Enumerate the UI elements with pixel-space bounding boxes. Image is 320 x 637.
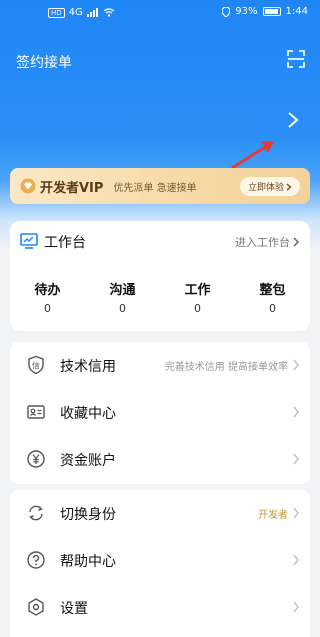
menu-item-label: 资金账户 [60, 452, 116, 469]
enter-workbench-label: 进入工作台 [235, 236, 290, 249]
menu-item-help-center[interactable]: 帮助中心 [10, 537, 310, 584]
profile-chevron-right-icon[interactable] [286, 110, 300, 130]
workbench-card: 工作台 进入工作台 待办 0 沟通 0 工作 0 整包 0 [10, 221, 310, 331]
menu-item-label: 收藏中心 [60, 405, 116, 422]
menu-item-tech-credit[interactable]: 信 技术信用 完善技术信用 提高接单效率 [10, 342, 310, 389]
menu-item-favorites[interactable]: 收藏中心 [10, 389, 310, 436]
page-title: 签约接单 [16, 55, 72, 71]
status-bar: HD 4G 93% 1:44 [0, 0, 320, 24]
stat-value: 0 [269, 302, 276, 315]
battery-icon [262, 7, 281, 16]
try-now-label: 立即体验 [247, 183, 284, 193]
header-background [0, 0, 320, 250]
battery-percent: 93% [235, 6, 258, 17]
monitor-icon [20, 233, 38, 249]
stat-package[interactable]: 整包 0 [235, 279, 310, 315]
menu-item-hint: 完善技术信用 提高接单效率 [164, 362, 288, 373]
help-icon [27, 551, 45, 569]
diamond-icon [20, 178, 36, 194]
switch-icon [29, 505, 43, 521]
wifi-icon [103, 8, 115, 17]
vip-title: 开发者VIP [40, 180, 104, 196]
menu-item-label: 切换身份 [60, 506, 116, 523]
settings-icon [28, 598, 44, 616]
vip-banner[interactable]: 开发者VIP 优先派单 急速接单 立即体验 [10, 168, 310, 204]
stat-label: 待办 [34, 283, 61, 298]
workbench-title: 工作台 [44, 235, 86, 251]
stat-work[interactable]: 工作 0 [160, 279, 235, 315]
chevron-right-icon [293, 406, 299, 418]
chevron-right-icon [293, 554, 299, 566]
signal-label: 4G [68, 7, 83, 18]
network-type: HD [48, 7, 65, 18]
id-card-icon [27, 405, 45, 419]
chevron-right-icon [293, 453, 299, 465]
stat-todo[interactable]: 待办 0 [10, 279, 85, 315]
enter-workbench-link[interactable]: 进入工作台 [235, 234, 300, 250]
stat-label: 整包 [259, 283, 286, 298]
menu-group-1: 信 技术信用 完善技术信用 提高接单效率 收藏中心 资金账户 [10, 342, 310, 484]
menu-item-settings[interactable]: 设置 [10, 584, 310, 631]
stat-value: 0 [194, 302, 201, 315]
chevron-right-icon [286, 183, 292, 190]
menu-item-funds-account[interactable]: 资金账户 [10, 436, 310, 483]
current-identity-label: 开发者 [258, 510, 288, 521]
clock: 1:44 [285, 6, 308, 17]
svg-text:信: 信 [32, 361, 40, 371]
yen-icon [27, 450, 45, 468]
stat-communicate[interactable]: 沟通 0 [85, 279, 160, 315]
shield-icon: 信 [28, 355, 44, 375]
location-icon [222, 6, 231, 17]
vip-subtitle: 优先派单 急速接单 [113, 182, 197, 194]
signal-icon [86, 8, 98, 17]
chevron-right-icon [293, 507, 299, 519]
menu-item-switch-identity[interactable]: 切换身份 开发者 [10, 490, 310, 537]
scan-icon[interactable] [286, 49, 306, 69]
try-now-button[interactable]: 立即体验 [239, 177, 300, 196]
menu-item-label: 技术信用 [60, 358, 116, 375]
menu-group-2: 切换身份 开发者 帮助中心 设置 [10, 490, 310, 637]
stat-value: 0 [119, 302, 126, 315]
stat-value: 0 [44, 302, 51, 315]
annotation-arrow [231, 141, 274, 170]
chevron-right-icon [293, 359, 299, 371]
chevron-right-icon [293, 601, 299, 613]
chevron-right-icon [293, 237, 300, 247]
menu-item-label: 帮助中心 [60, 553, 116, 570]
stat-label: 沟通 [109, 283, 136, 298]
menu-item-label: 设置 [60, 600, 88, 617]
workbench-stats: 待办 0 沟通 0 工作 0 整包 0 [10, 279, 310, 315]
stat-label: 工作 [184, 283, 211, 298]
